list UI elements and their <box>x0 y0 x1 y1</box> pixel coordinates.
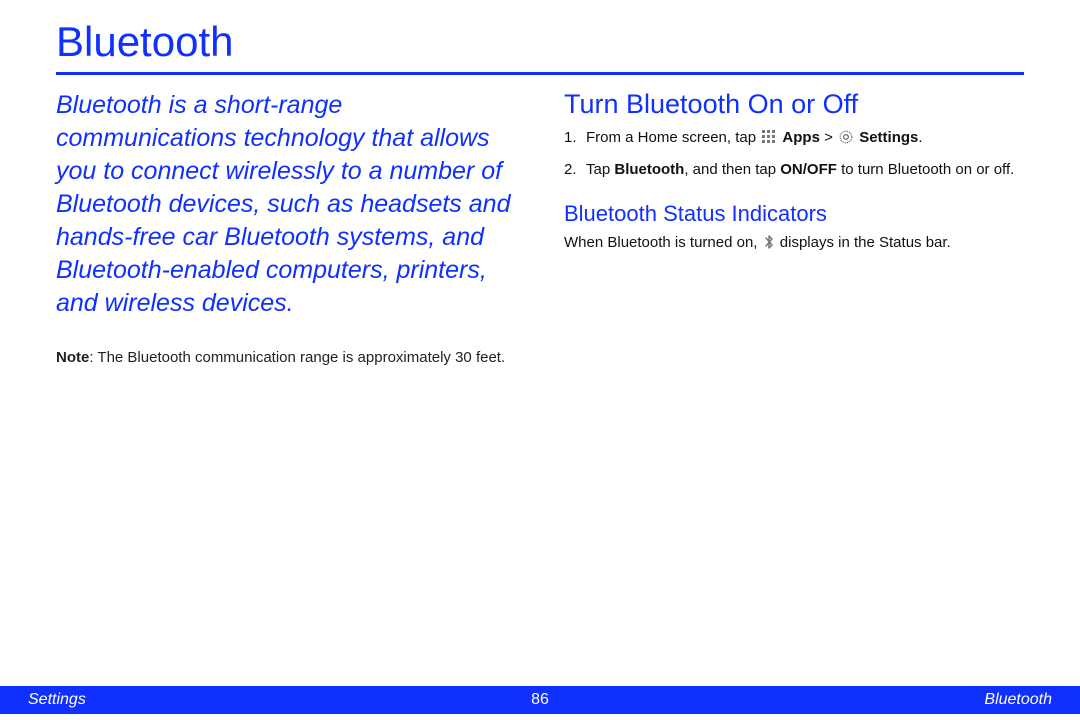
footer-right: Bluetooth <box>984 691 1052 709</box>
left-column: Bluetooth is a short-range communication… <box>56 89 516 368</box>
step2-b: Bluetooth <box>614 161 684 178</box>
step-number: 2. <box>564 160 586 180</box>
status-a: When Bluetooth is turned on, <box>564 234 762 251</box>
note-text: : The Bluetooth communication range is a… <box>89 349 505 366</box>
step-body: From a Home screen, tap Apps > Settings. <box>586 128 1024 150</box>
step-number: 1. <box>564 128 586 150</box>
note-paragraph: Note: The Bluetooth communication range … <box>56 348 516 368</box>
settings-gear-icon <box>839 130 853 150</box>
apps-label: Apps <box>782 129 820 146</box>
step-1: 1. From a Home screen, tap Apps > Settin… <box>564 128 1024 150</box>
footer-page-number: 86 <box>531 691 549 709</box>
status-indicator-text: When Bluetooth is turned on, displays in… <box>564 233 1024 255</box>
page-footer: Settings 86 Bluetooth <box>0 686 1080 714</box>
page-title: Bluetooth <box>56 18 1024 66</box>
step1-gt: > <box>820 129 837 146</box>
footer-left: Settings <box>28 691 86 709</box>
apps-grid-icon <box>762 130 776 150</box>
step2-e: to turn Bluetooth on or off. <box>837 161 1014 178</box>
section-heading-status-indicators: Bluetooth Status Indicators <box>564 201 1024 227</box>
settings-label: Settings <box>859 129 918 146</box>
title-rule <box>56 72 1024 75</box>
status-b: displays in the Status bar. <box>776 234 951 251</box>
step2-a: Tap <box>586 161 614 178</box>
note-label: Note <box>56 349 89 366</box>
bluetooth-icon <box>764 235 774 255</box>
step2-c: , and then tap <box>684 161 780 178</box>
step-body: Tap Bluetooth, and then tap ON/OFF to tu… <box>586 160 1024 180</box>
step2-d: ON/OFF <box>780 161 837 178</box>
right-column: Turn Bluetooth On or Off 1. From a Home … <box>564 89 1024 368</box>
section-heading-turn-on-off: Turn Bluetooth On or Off <box>564 89 1024 120</box>
step1-text-a: From a Home screen, tap <box>586 129 760 146</box>
step-2: 2. Tap Bluetooth, and then tap ON/OFF to… <box>564 160 1024 180</box>
intro-paragraph: Bluetooth is a short-range communication… <box>56 89 516 320</box>
step1-end: . <box>918 129 922 146</box>
